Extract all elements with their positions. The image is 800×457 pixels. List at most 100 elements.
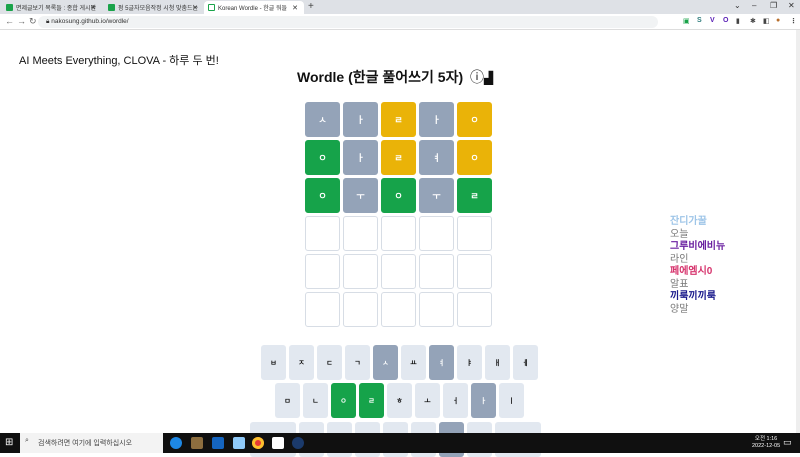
game-board: ㅅㅏㄹㅏㅇㅇㅏㄹㅕㅇㅇㅜㅇㅜㄹ bbox=[305, 102, 492, 327]
edge-icon[interactable] bbox=[170, 437, 182, 449]
tile bbox=[457, 216, 492, 251]
tile bbox=[457, 254, 492, 289]
back-icon[interactable]: ← bbox=[5, 16, 14, 26]
notification-icon[interactable]: ▭ bbox=[783, 437, 792, 448]
extension-icon[interactable]: ▮ bbox=[736, 17, 740, 25]
forward-icon[interactable]: → bbox=[17, 16, 26, 26]
extension-icon[interactable]: S bbox=[697, 17, 702, 24]
close-icon[interactable]: ✕ bbox=[90, 4, 96, 12]
favicon-icon bbox=[208, 4, 215, 11]
avatar[interactable]: ● bbox=[776, 17, 780, 24]
clock[interactable]: 오전 1:16 2022-12-05 bbox=[752, 436, 780, 450]
tab-2[interactable]: 펑 5글자모음작정 시청 맞춤드는 ✕ bbox=[104, 1, 204, 14]
sidebar-item-subtitle: 라인 bbox=[670, 253, 689, 265]
tile bbox=[419, 292, 454, 327]
chrome-icon[interactable] bbox=[252, 437, 264, 449]
tile: ㅜ bbox=[419, 178, 454, 213]
tab-3[interactable]: Korean Wordle - 한글 워들 ✕ bbox=[204, 1, 304, 14]
tile: ㅇ bbox=[305, 140, 340, 175]
stats-icon[interactable]: ▟ bbox=[484, 71, 493, 85]
key[interactable]: ㅅ bbox=[373, 345, 398, 380]
key[interactable]: ㅔ bbox=[513, 345, 538, 380]
key[interactable]: ㅈ bbox=[289, 345, 314, 380]
tile bbox=[381, 216, 416, 251]
tile bbox=[457, 292, 492, 327]
tile: ㅇ bbox=[305, 178, 340, 213]
steam-icon[interactable] bbox=[292, 437, 304, 449]
tile: ㄹ bbox=[457, 178, 492, 213]
close-icon[interactable]: ✕ bbox=[292, 4, 298, 12]
tile: ㄹ bbox=[381, 140, 416, 175]
key[interactable]: ㅏ bbox=[471, 383, 496, 418]
menu-icon[interactable]: ⋮ bbox=[790, 17, 797, 25]
puzzle-icon[interactable]: ✱ bbox=[750, 17, 756, 25]
sidebar-item-title[interactable]: 잔디가꿀 bbox=[670, 216, 725, 229]
tab-label: Korean Wordle - 한글 워들 bbox=[218, 6, 287, 12]
extension-icon[interactable]: V bbox=[710, 17, 715, 24]
tile bbox=[305, 216, 340, 251]
minimize-icon[interactable]: – bbox=[752, 1, 756, 10]
tab-search-icon[interactable]: ⌄ bbox=[734, 1, 741, 10]
tile bbox=[305, 292, 340, 327]
time: 오전 1:16 bbox=[754, 436, 778, 442]
new-tab-button[interactable]: + bbox=[308, 1, 314, 12]
key[interactable]: ㅛ bbox=[401, 345, 426, 380]
key[interactable]: ㅑ bbox=[457, 345, 482, 380]
key[interactable]: ㅓ bbox=[443, 383, 468, 418]
start-icon[interactable]: ⊞ bbox=[5, 437, 13, 448]
key[interactable]: ㅇ bbox=[331, 383, 356, 418]
tile: ㅇ bbox=[457, 102, 492, 137]
key[interactable]: ㅕ bbox=[429, 345, 454, 380]
tile bbox=[419, 216, 454, 251]
tile bbox=[343, 216, 378, 251]
tab-label: 펑 5글자모음작정 시청 맞춤드는 bbox=[118, 6, 199, 12]
url-text: nakosung.github.io/wordle/ bbox=[51, 18, 129, 25]
search-placeholder: 검색하려면 여기에 입력하십시오 bbox=[38, 440, 133, 447]
window-close-icon[interactable]: ✕ bbox=[788, 1, 795, 10]
keyboard-row: ㅂㅈㄷㄱㅅㅛㅕㅑㅐㅔ bbox=[261, 345, 538, 380]
app-icon[interactable] bbox=[233, 437, 245, 449]
tile: ㅏ bbox=[343, 102, 378, 137]
close-icon[interactable]: ✕ bbox=[192, 4, 198, 12]
key[interactable]: ㅎ bbox=[387, 383, 412, 418]
sidepanel-icon[interactable]: ◧ bbox=[763, 17, 770, 25]
url-input[interactable]: 🔒︎ nakosung.github.io/wordle/ bbox=[38, 16, 658, 28]
extension-icon[interactable]: O bbox=[723, 17, 728, 24]
reload-icon[interactable]: ↻ bbox=[29, 16, 37, 27]
maximize-icon[interactable]: ❐ bbox=[770, 1, 777, 10]
key[interactable]: ㄷ bbox=[317, 345, 342, 380]
app-v-icon[interactable] bbox=[212, 437, 224, 449]
key[interactable]: ㄱ bbox=[345, 345, 370, 380]
tile: ㅕ bbox=[419, 140, 454, 175]
extension-icon[interactable]: ▣ bbox=[683, 17, 690, 25]
search-icon: ⌕ bbox=[25, 437, 29, 444]
sidebar-item-subtitle: 양말 bbox=[670, 303, 689, 315]
sidebar-item-title[interactable]: 그루비에비뉴 bbox=[670, 241, 725, 254]
page-title: Wordle (한글 풀어쓰기 5자) bbox=[297, 69, 464, 85]
info-icon[interactable]: ⓘ bbox=[470, 69, 484, 85]
key[interactable]: ㄴ bbox=[303, 383, 328, 418]
minecraft-icon[interactable] bbox=[191, 437, 203, 449]
tab-label: 면제글보기 목록들 : 종합 게시판 bbox=[16, 6, 97, 12]
sidebar-item-subtitle: 알표 bbox=[670, 278, 689, 290]
sidebar-item-subtitle: 오늘 bbox=[670, 228, 689, 240]
sidebar-item-title[interactable]: 끼룩끼끼룩 bbox=[670, 291, 725, 304]
app-icon[interactable] bbox=[272, 437, 284, 449]
tile: ㅅ bbox=[305, 102, 340, 137]
taskbar-search-input[interactable]: ⌕ 검색하려면 여기에 입력하십시오 bbox=[20, 433, 163, 453]
key[interactable]: ㅐ bbox=[485, 345, 510, 380]
scrollbar[interactable] bbox=[796, 30, 800, 433]
key[interactable]: ㄹ bbox=[359, 383, 384, 418]
tile bbox=[343, 254, 378, 289]
key[interactable]: ㅗ bbox=[415, 383, 440, 418]
key[interactable]: ㅣ bbox=[499, 383, 524, 418]
tile bbox=[381, 292, 416, 327]
key[interactable]: ㅂ bbox=[261, 345, 286, 380]
sidebar-list: 잔디가꿀 오늘 그루비에비뉴 라인 페에엠시0 알표 끼룩끼끼룩 양말 bbox=[670, 216, 725, 316]
sidebar-item-title[interactable]: 페에엠시0 bbox=[670, 266, 725, 279]
keyboard-row: ㅁㄴㅇㄹㅎㅗㅓㅏㅣ bbox=[275, 383, 524, 418]
tab-1[interactable]: 면제글보기 목록들 : 종합 게시판 ✕ bbox=[2, 1, 102, 14]
tile: ㅜ bbox=[343, 178, 378, 213]
key[interactable]: ㅁ bbox=[275, 383, 300, 418]
tile bbox=[305, 254, 340, 289]
